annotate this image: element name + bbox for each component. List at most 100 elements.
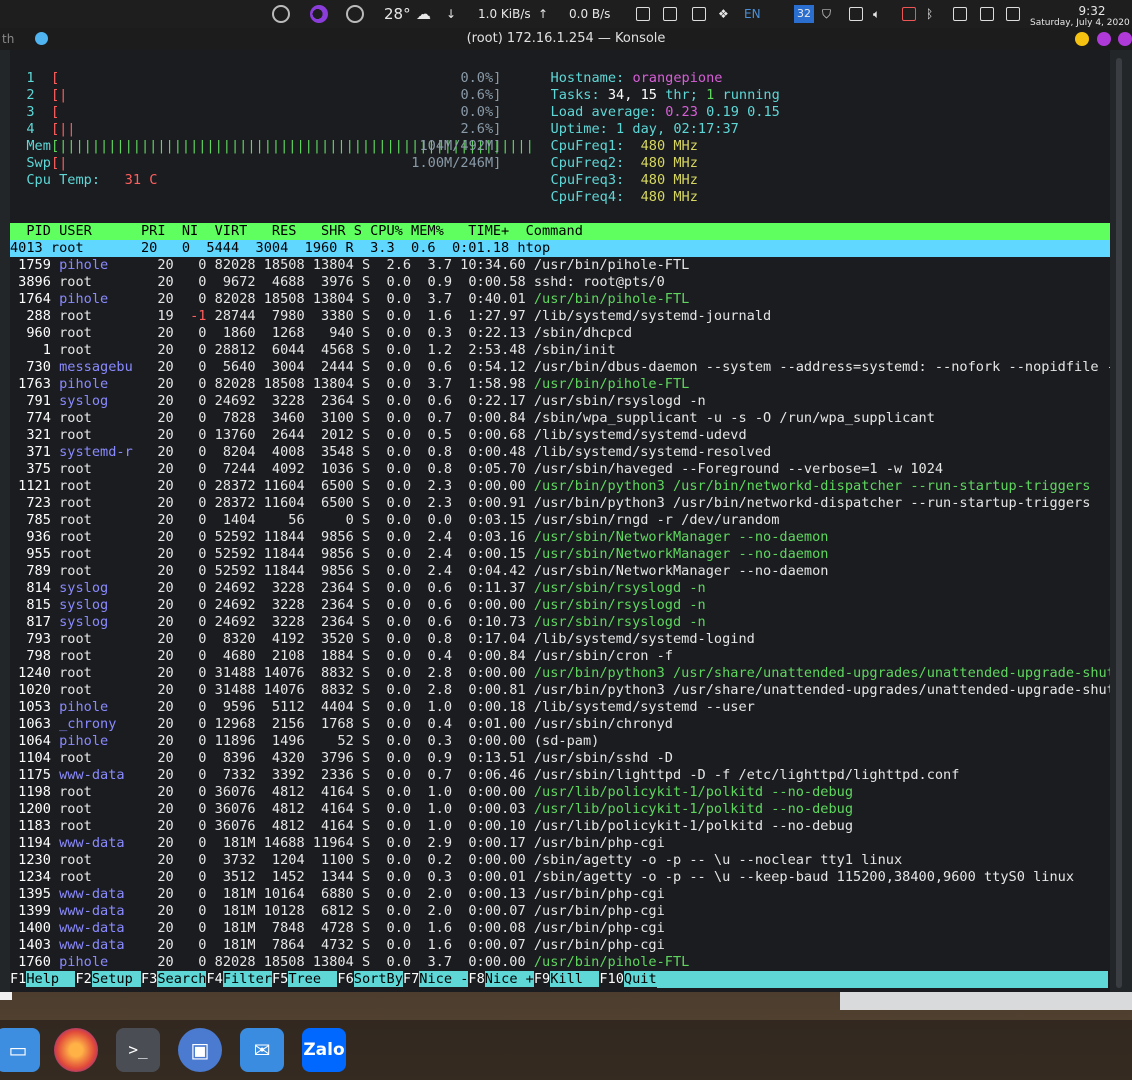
process-nice: -1 <box>173 308 207 324</box>
process-row[interactable]: 1230 root 20 0 3732 1204 1100 S 0.0 0.2 … <box>10 852 1110 869</box>
process-row[interactable]: 375 root 20 0 7244 4092 1036 S 0.0 0.8 0… <box>10 461 1110 478</box>
process-row[interactable]: 960 root 20 0 1860 1268 940 S 0.0 0.3 0:… <box>10 325 1110 342</box>
process-row[interactable]: 1760 pihole 20 0 82028 18508 13804 S 0.0… <box>10 954 1110 971</box>
process-row[interactable]: 1764 pihole 20 0 82028 18508 13804 S 0.0… <box>10 291 1110 308</box>
process-row[interactable]: 321 root 20 0 13760 2644 2012 S 0.0 0.5 … <box>10 427 1110 444</box>
weather-temp[interactable]: 28° <box>384 0 411 28</box>
process-row[interactable]: 814 syslog 20 0 24692 3228 2364 S 0.0 0.… <box>10 580 1110 597</box>
fkey-f1-label[interactable]: Help <box>26 971 76 987</box>
phone-icon[interactable] <box>980 7 994 21</box>
process-row[interactable]: 1183 root 20 0 36076 4812 4164 S 0.0 1.0… <box>10 818 1110 835</box>
process-table-header[interactable]: PID USER PRI NI VIRT RES SHR S CPU% MEM%… <box>10 223 1110 240</box>
mail-icon[interactable]: ✉ <box>240 1028 284 1072</box>
process-row[interactable]: 1020 root 20 0 31488 14076 8832 S 0.0 2.… <box>10 682 1110 699</box>
fkey-f1-key[interactable]: F1 <box>10 971 26 987</box>
process-row[interactable]: 1198 root 20 0 36076 4812 4164 S 0.0 1.0… <box>10 784 1110 801</box>
process-row[interactable]: 789 root 20 0 52592 11844 9856 S 0.0 2.4… <box>10 563 1110 580</box>
process-row[interactable]: 1763 pihole 20 0 82028 18508 13804 S 0.0… <box>10 376 1110 393</box>
process-row[interactable]: 817 syslog 20 0 24692 3228 2364 S 0.0 0.… <box>10 614 1110 631</box>
fkey-f2-label[interactable]: Setup <box>91 971 141 987</box>
process-cpu: 0.0 <box>370 733 412 749</box>
battery-alert-icon[interactable] <box>902 7 916 21</box>
cloud-icon[interactable]: ☁ <box>416 0 431 28</box>
process-row[interactable]: 798 root 20 0 4680 2108 1884 S 0.0 0.4 0… <box>10 648 1110 665</box>
fkey-f7-key[interactable]: F7 <box>403 971 419 987</box>
window-icon[interactable] <box>636 7 650 21</box>
fkey-f2-key[interactable]: F2 <box>75 971 91 987</box>
process-row[interactable]: 1759 pihole 20 0 82028 18508 13804 S 2.6… <box>10 257 1110 274</box>
process-row[interactable]: 3896 root 20 0 9672 4688 3976 S 0.0 0.9 … <box>10 274 1110 291</box>
fkey-f10-key[interactable]: F10 <box>599 971 624 987</box>
notification-badge[interactable]: 32 <box>794 5 814 23</box>
process-row[interactable]: 815 syslog 20 0 24692 3228 2364 S 0.0 0.… <box>10 597 1110 614</box>
process-row[interactable]: 793 root 20 0 8320 4192 3520 S 0.0 0.8 0… <box>10 631 1110 648</box>
trash-icon[interactable] <box>663 7 677 21</box>
process-command: /lib/systemd/systemd-resolved <box>525 444 772 460</box>
network-icon[interactable] <box>1006 7 1020 21</box>
process-row[interactable]: 1200 root 20 0 36076 4812 4164 S 0.0 1.0… <box>10 801 1110 818</box>
process-row[interactable]: 1175 www-data 20 0 7332 3392 2336 S 0.0 … <box>10 767 1110 784</box>
process-row[interactable]: 936 root 20 0 52592 11844 9856 S 0.0 2.4… <box>10 529 1110 546</box>
process-row[interactable]: 1064 pihole 20 0 11896 1496 52 S 0.0 0.3… <box>10 733 1110 750</box>
process-row[interactable]: 371 systemd-r 20 0 8204 4008 3548 S 0.0 … <box>10 444 1110 461</box>
process-row[interactable]: 1053 pihole 20 0 9596 5112 4404 S 0.0 1.… <box>10 699 1110 716</box>
process-row[interactable]: 1121 root 20 0 28372 11604 6500 S 0.0 2.… <box>10 478 1110 495</box>
fkey-f6-key[interactable]: F6 <box>337 971 353 987</box>
process-row[interactable]: 785 root 20 0 1404 56 0 S 0.0 0.0 0:03.1… <box>10 512 1110 529</box>
usb-device-icon[interactable] <box>953 7 967 21</box>
bluetooth-icon[interactable]: ᛒ <box>926 0 933 28</box>
fkey-f10-label[interactable]: Quit <box>623 971 657 987</box>
fkey-f4-key[interactable]: F4 <box>206 971 222 987</box>
process-cpu: 0.0 <box>370 580 412 596</box>
process-row[interactable]: 791 syslog 20 0 24692 3228 2364 S 0.0 0.… <box>10 393 1110 410</box>
minimize-button[interactable] <box>1075 32 1089 46</box>
terminal-scrollbar[interactable] <box>1116 58 1122 988</box>
fkey-f8-label[interactable]: Nice + <box>484 971 534 987</box>
process-row[interactable]: 1240 root 20 0 31488 14076 8832 S 0.0 2.… <box>10 665 1110 682</box>
process-row[interactable]: 730 messagebu 20 0 5640 3004 2444 S 0.0 … <box>10 359 1110 376</box>
shield-icon[interactable]: ⛉ <box>822 0 831 28</box>
terminal-icon[interactable]: >_ <box>116 1028 160 1072</box>
process-row[interactable]: 1399 www-data 20 0 181M 10128 6812 S 0.0… <box>10 903 1110 920</box>
process-row[interactable]: 1063 _chrony 20 0 12968 2156 1768 S 0.0 … <box>10 716 1110 733</box>
fkey-f6-label[interactable]: SortBy <box>353 971 403 987</box>
process-row[interactable]: 1395 www-data 20 0 181M 10164 6880 S 0.0… <box>10 886 1110 903</box>
process-row[interactable]: 1104 root 20 0 8396 4320 3796 S 0.0 0.9 … <box>10 750 1110 767</box>
fkey-f4-label[interactable]: Filter <box>222 971 272 987</box>
fkey-f3-key[interactable]: F3 <box>141 971 157 987</box>
process-row[interactable]: 1403 www-data 20 0 181M 7864 4732 S 0.0 … <box>10 937 1110 954</box>
remote-desktop-icon[interactable]: ▣ <box>178 1028 222 1072</box>
process-row[interactable]: 955 root 20 0 52592 11844 9856 S 0.0 2.4… <box>10 546 1110 563</box>
activity-ring-3-icon[interactable] <box>346 0 364 28</box>
process-row[interactable]: 774 root 20 0 7828 3460 3100 S 0.0 0.7 0… <box>10 410 1110 427</box>
close-button[interactable] <box>1118 32 1132 46</box>
dropbox-icon[interactable]: ❖ <box>718 0 729 28</box>
terminal-area[interactable]: 1[0.0%] 2 [| 0.6%] 3[0.0%] 4 [|| 2.6%] Mem [|||||… <box>10 50 1110 992</box>
title-bar[interactable]: th (root) 172.16.1.254 — Konsole <box>0 28 1132 50</box>
process-row[interactable]: 288 root 19 -1 28744 7980 3380 S 0.0 1.6… <box>10 308 1110 325</box>
maximize-button[interactable] <box>1097 32 1111 46</box>
process-row[interactable]: 1194 www-data 20 0 181M 14688 11964 S 0.… <box>10 835 1110 852</box>
fkey-f5-key[interactable]: F5 <box>272 971 288 987</box>
process-row[interactable]: 1400 www-data 20 0 181M 7848 4728 S 0.0 … <box>10 920 1110 937</box>
fkey-f3-label[interactable]: Search <box>157 971 207 987</box>
firefox-icon[interactable] <box>54 1028 98 1072</box>
activity-ring-purple-icon[interactable] <box>310 0 328 28</box>
process-pid: 1200 <box>10 801 60 817</box>
process-row[interactable]: 1 root 20 0 28812 6044 4568 S 0.0 1.2 2:… <box>10 342 1110 359</box>
fkey-f5-label[interactable]: Tree <box>288 971 338 987</box>
fkey-f9-key[interactable]: F9 <box>534 971 550 987</box>
zalo-icon[interactable]: Zalo <box>302 1028 346 1072</box>
notes-icon[interactable] <box>849 7 863 21</box>
fkey-f9-label[interactable]: Kill <box>550 971 600 987</box>
clipboard-icon[interactable] <box>692 7 706 21</box>
activity-ring-icon[interactable] <box>272 0 290 28</box>
process-row[interactable]: 723 root 20 0 28372 11604 6500 S 0.0 2.3… <box>10 495 1110 512</box>
fkey-f8-key[interactable]: F8 <box>468 971 484 987</box>
keyboard-layout[interactable]: EN <box>744 0 761 28</box>
selected-process-row[interactable]: 4013 root 20 0 5444 3004 1960 R 3.3 0.6 … <box>10 240 1110 257</box>
volume-icon[interactable]: 🔈︎ <box>873 0 880 28</box>
file-manager-icon[interactable]: ▭ <box>0 1028 40 1072</box>
process-row[interactable]: 1234 root 20 0 3512 1452 1344 S 0.0 0.3 … <box>10 869 1110 886</box>
fkey-f7-label[interactable]: Nice - <box>419 971 469 987</box>
